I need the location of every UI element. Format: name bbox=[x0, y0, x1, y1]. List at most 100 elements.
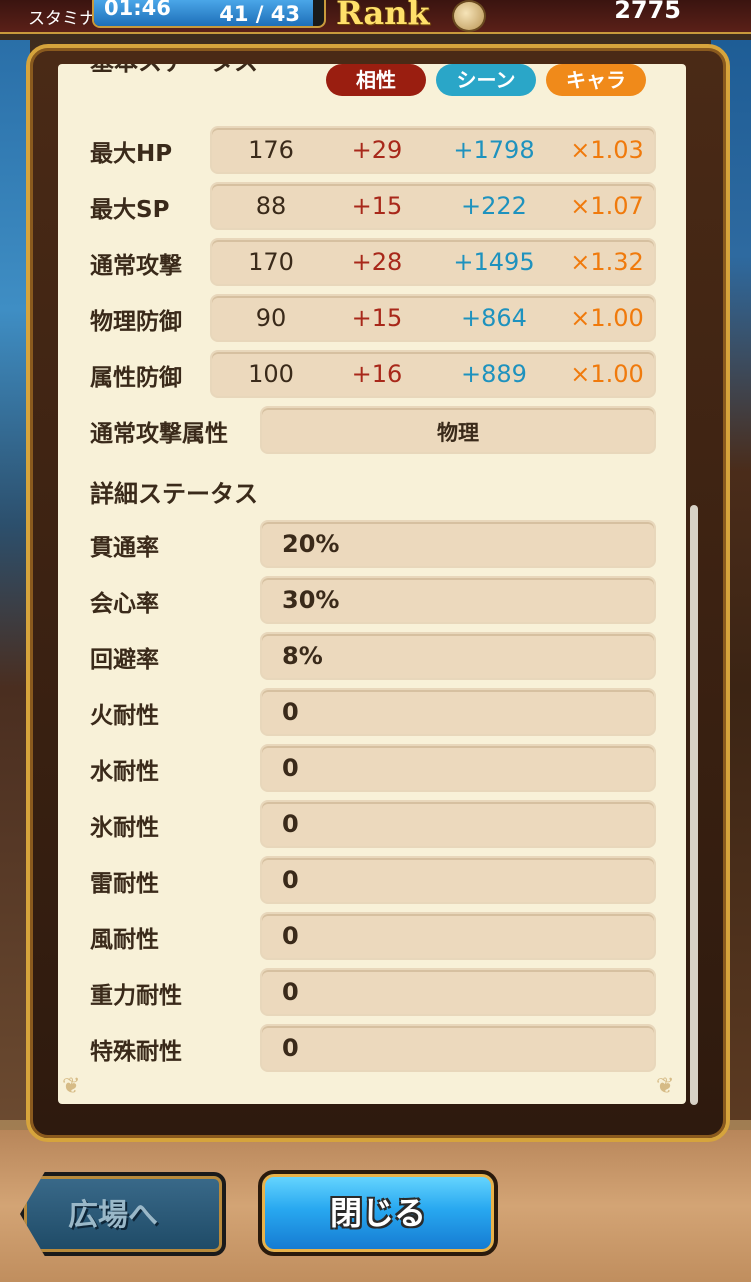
scene-bonus: +1495 bbox=[453, 248, 535, 276]
chara-multiplier: ×1.07 bbox=[570, 192, 644, 220]
basic-status-box: 88 +15 +222 ×1.07 bbox=[210, 182, 656, 230]
detail-status-box: 30% bbox=[260, 576, 656, 624]
chara-multiplier: ×1.00 bbox=[570, 304, 644, 332]
detail-status-title: 詳細ステータス bbox=[90, 480, 258, 508]
detail-status-row: 特殊耐性 0 bbox=[58, 1024, 686, 1072]
attack-attribute-value: 物理 bbox=[437, 421, 479, 445]
basic-status-box: 90 +15 +864 ×1.00 bbox=[210, 294, 656, 342]
detail-status-label: 火耐性 bbox=[90, 703, 159, 729]
status-bar: スタミナ 01:46 41 / 43 Rank 2775 bbox=[0, 0, 751, 34]
detail-status-value: 0 bbox=[282, 866, 299, 894]
scene-bonus: +1798 bbox=[453, 136, 535, 164]
detail-status-value: 0 bbox=[282, 1034, 299, 1062]
detail-status-value: 0 bbox=[282, 810, 299, 838]
detail-status-row: 火耐性 0 bbox=[58, 688, 686, 736]
basic-status-label: 通常攻撃 bbox=[90, 253, 182, 279]
detail-status-value: 8% bbox=[282, 642, 323, 670]
rank-label: Rank bbox=[336, 0, 430, 32]
base-value: 176 bbox=[248, 136, 294, 164]
detail-status-value: 20% bbox=[282, 530, 340, 558]
base-value: 90 bbox=[255, 304, 287, 332]
basic-status-label: 最大SP bbox=[90, 197, 170, 223]
detail-status-value: 30% bbox=[282, 586, 340, 614]
status-panel[interactable]: 基本ステータス 相性 シーン キャラ 最大HP176+29+1798×1.03最… bbox=[58, 64, 686, 1104]
basic-status-row: 属性防御 100 +16 +889 ×1.00 bbox=[58, 350, 686, 398]
base-value: 170 bbox=[248, 248, 294, 276]
basic-status-title: 基本ステータス bbox=[90, 64, 258, 77]
base-value: 88 bbox=[255, 192, 287, 220]
detail-status-box: 8% bbox=[260, 632, 656, 680]
basic-status-box: 100 +16 +889 ×1.00 bbox=[210, 350, 656, 398]
aisho-bonus: +15 bbox=[351, 304, 403, 332]
chara-multiplier: ×1.00 bbox=[570, 360, 644, 388]
detail-status-box: 0 bbox=[260, 856, 656, 904]
detail-status-label: 特殊耐性 bbox=[90, 1039, 182, 1065]
tag-aisho: 相性 bbox=[326, 64, 426, 96]
basic-status-row: 通常攻撃 170 +28 +1495 ×1.32 bbox=[58, 238, 686, 286]
basic-status-box: 170 +28 +1495 ×1.32 bbox=[210, 238, 656, 286]
attack-attribute-row: 通常攻撃属性 物理 bbox=[58, 406, 686, 454]
detail-status-label: 会心率 bbox=[90, 591, 159, 617]
detail-status-label: 重力耐性 bbox=[90, 983, 182, 1009]
stamina-label: スタミナ bbox=[28, 9, 96, 29]
detail-status-box: 0 bbox=[260, 744, 656, 792]
detail-status-value: 0 bbox=[282, 698, 299, 726]
scene-bonus: +864 bbox=[461, 304, 527, 332]
detail-status-box: 0 bbox=[260, 800, 656, 848]
chara-multiplier: ×1.32 bbox=[570, 248, 644, 276]
close-label: 閉じる bbox=[329, 1194, 426, 1232]
basic-status-label: 物理防御 bbox=[90, 309, 182, 335]
detail-status-row: 重力耐性 0 bbox=[58, 968, 686, 1016]
detail-status-label: 水耐性 bbox=[90, 759, 159, 785]
tag-scene: シーン bbox=[436, 64, 536, 96]
basic-status-row: 物理防御 90 +15 +864 ×1.00 bbox=[58, 294, 686, 342]
detail-status-value: 0 bbox=[282, 754, 299, 782]
detail-status-value: 0 bbox=[282, 922, 299, 950]
detail-status-label: 風耐性 bbox=[90, 927, 159, 953]
aisho-bonus: +28 bbox=[351, 248, 403, 276]
detail-status-row: 風耐性 0 bbox=[58, 912, 686, 960]
basic-status-label: 最大HP bbox=[90, 141, 173, 167]
detail-status-label: 回避率 bbox=[90, 647, 159, 673]
attack-attribute-box: 物理 bbox=[260, 406, 656, 454]
corner-ornament-left: ❦ bbox=[62, 1074, 81, 1099]
scrollbar[interactable] bbox=[690, 505, 698, 1105]
scene-bonus: +222 bbox=[461, 192, 527, 220]
detail-status-row: 貫通率 20% bbox=[58, 520, 686, 568]
tag-chara: キャラ bbox=[546, 64, 646, 96]
base-value: 100 bbox=[248, 360, 294, 388]
stamina-count: 41 / 43 bbox=[219, 2, 300, 26]
coin-count: 2775 bbox=[614, 0, 681, 24]
detail-status-box: 0 bbox=[260, 912, 656, 960]
detail-status-value: 0 bbox=[282, 978, 299, 1006]
chara-multiplier: ×1.03 bbox=[570, 136, 644, 164]
detail-status-box: 20% bbox=[260, 520, 656, 568]
stamina-bar: 01:46 41 / 43 bbox=[92, 0, 326, 28]
basic-status-label: 属性防御 bbox=[90, 365, 182, 391]
detail-status-label: 雷耐性 bbox=[90, 871, 159, 897]
stamina-timer: 01:46 bbox=[104, 0, 171, 20]
detail-status-row: 氷耐性 0 bbox=[58, 800, 686, 848]
aisho-bonus: +16 bbox=[351, 360, 403, 388]
basic-status-row: 最大HP 176 +29 +1798 ×1.03 bbox=[58, 126, 686, 174]
coin-icon bbox=[452, 0, 486, 32]
basic-status-box: 176 +29 +1798 ×1.03 bbox=[210, 126, 656, 174]
detail-status-row: 会心率 30% bbox=[58, 576, 686, 624]
detail-status-label: 氷耐性 bbox=[90, 815, 159, 841]
aisho-bonus: +15 bbox=[351, 192, 403, 220]
corner-ornament-right: ❦ bbox=[656, 1074, 675, 1099]
close-button[interactable]: 閉じる bbox=[258, 1170, 498, 1256]
detail-status-box: 0 bbox=[260, 968, 656, 1016]
detail-status-box: 0 bbox=[260, 688, 656, 736]
scene-bonus: +889 bbox=[461, 360, 527, 388]
go-to-plaza-label: 広場へ bbox=[68, 1198, 158, 1233]
go-to-plaza-button[interactable]: 広場へ bbox=[20, 1172, 226, 1256]
detail-status-row: 雷耐性 0 bbox=[58, 856, 686, 904]
basic-status-row: 最大SP 88 +15 +222 ×1.07 bbox=[58, 182, 686, 230]
detail-status-box: 0 bbox=[260, 1024, 656, 1072]
detail-status-row: 回避率 8% bbox=[58, 632, 686, 680]
detail-status-label: 貫通率 bbox=[90, 535, 159, 561]
detail-status-row: 水耐性 0 bbox=[58, 744, 686, 792]
attack-attribute-label: 通常攻撃属性 bbox=[90, 421, 228, 447]
aisho-bonus: +29 bbox=[351, 136, 403, 164]
